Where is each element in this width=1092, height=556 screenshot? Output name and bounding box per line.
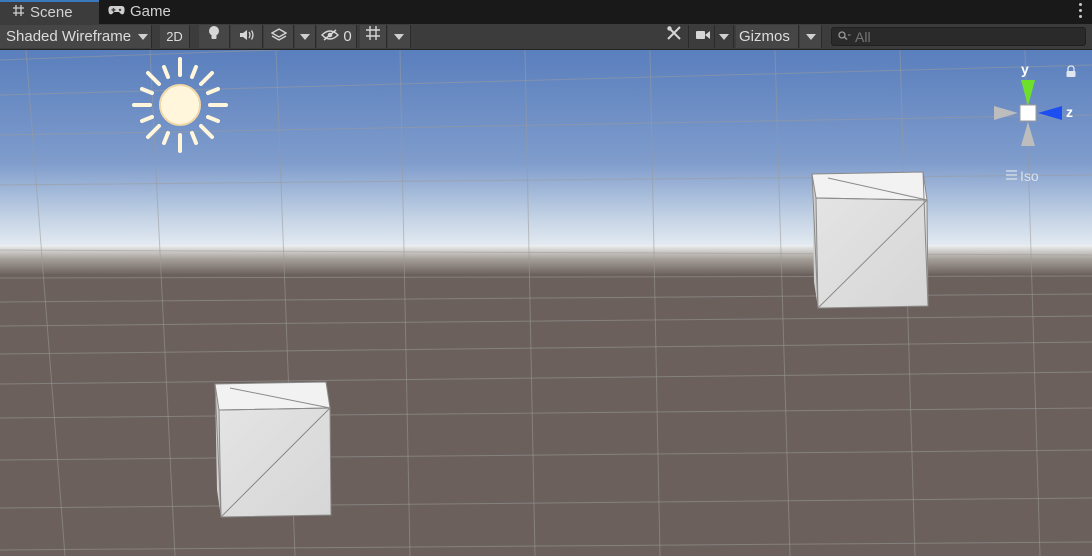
cube-object-far[interactable]: [811, 171, 929, 309]
gizmo-center-cube[interactable]: [1019, 104, 1037, 122]
chevron-down-icon: [805, 33, 816, 40]
tools-button[interactable]: [659, 25, 689, 48]
more-options-icon[interactable]: [1078, 3, 1082, 21]
video-camera-icon: [695, 25, 711, 48]
toggle-2d-button[interactable]: 2D: [160, 25, 190, 48]
effects-toggle-button[interactable]: [264, 25, 294, 48]
sky-background: [0, 50, 1092, 255]
tab-game[interactable]: Game: [96, 0, 186, 24]
gizmos-button[interactable]: Gizmos: [736, 25, 799, 48]
cube-object-near[interactable]: [214, 381, 332, 518]
chevron-down-icon: [138, 33, 148, 40]
scene-window: Scene Game Shaded Wireframe 2D 0 Gizmos …: [0, 0, 1092, 556]
gizmo-y-label: y: [1021, 61, 1029, 77]
audio-toggle-button[interactable]: [231, 25, 263, 48]
grid-snap-icon: [365, 25, 381, 48]
hidden-objects-count: 0: [343, 28, 352, 45]
directional-light-sun-icon[interactable]: [132, 57, 228, 153]
toggle-2d-label: 2D: [166, 29, 183, 44]
gizmos-dropdown-button[interactable]: [800, 25, 822, 48]
tab-bar: Scene Game: [0, 0, 1092, 24]
grid-toggle-button[interactable]: [360, 25, 387, 48]
speaker-icon: [239, 25, 255, 48]
tab-scene-label: Scene: [30, 4, 73, 21]
chevron-down-icon: [394, 33, 404, 40]
gizmos-label: Gizmos: [739, 28, 790, 45]
grid-dropdown-button[interactable]: [388, 25, 411, 48]
search-input[interactable]: [855, 28, 1075, 45]
gizmo-z-label: z: [1066, 104, 1073, 120]
draw-mode-value: Shaded Wireframe: [6, 28, 132, 45]
gamepad-icon: [108, 0, 125, 24]
lighting-toggle-button[interactable]: [199, 25, 230, 48]
scene-viewport[interactable]: y z Iso: [0, 50, 1092, 556]
camera-dropdown-button[interactable]: [715, 25, 734, 48]
tools-cross-icon: [666, 25, 682, 48]
effects-dropdown-button[interactable]: [295, 25, 316, 48]
tab-scene[interactable]: Scene: [0, 0, 99, 24]
projection-label[interactable]: Iso: [1020, 168, 1039, 184]
eye-hidden-icon: [321, 25, 340, 48]
layers-effects-icon: [270, 25, 287, 48]
chevron-down-icon: [300, 33, 310, 40]
horizon-band: [0, 245, 1092, 275]
scene-visibility-button[interactable]: 0: [317, 25, 357, 48]
lightbulb-icon: [208, 25, 220, 48]
camera-settings-button[interactable]: [691, 25, 715, 48]
ground-plane: [0, 274, 1092, 556]
scene-toolbar: Shaded Wireframe 2D 0 Gizmos All: [0, 24, 1092, 50]
chevron-down-icon: [719, 33, 729, 40]
tab-game-label: Game: [130, 3, 171, 20]
search-icon: [838, 28, 851, 46]
draw-mode-dropdown[interactable]: Shaded Wireframe: [0, 25, 152, 48]
hierarchy-search[interactable]: [831, 27, 1086, 46]
grid-hash-icon: [12, 2, 25, 24]
